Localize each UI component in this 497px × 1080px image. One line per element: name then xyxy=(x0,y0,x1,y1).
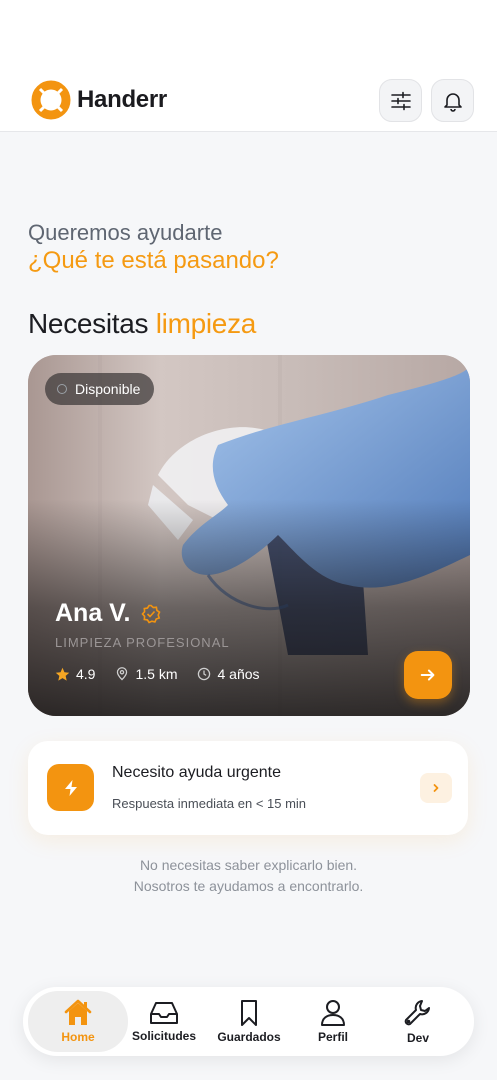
status-badge-label: Disponible xyxy=(75,381,141,397)
status-badge: Disponible xyxy=(45,373,155,405)
brand-name: Handerr xyxy=(77,86,167,113)
open-provider-button[interactable] xyxy=(404,651,452,699)
provider-name: Ana V. xyxy=(55,599,161,628)
provider-name-text: Ana V. xyxy=(55,599,131,627)
filter-button[interactable] xyxy=(379,79,422,122)
location-pin-icon xyxy=(117,667,128,681)
section-title: Necesitas limpieza xyxy=(28,308,256,340)
bottom-tab-bar: Home Solicitudes Guardados Perfil Dev xyxy=(23,987,474,1056)
tab-dev-label: Dev xyxy=(406,1031,429,1045)
clock-icon xyxy=(198,667,211,681)
distance-value: 1.5 km xyxy=(135,666,178,682)
tab-guardados-label: Guardados xyxy=(217,1030,281,1044)
user-icon xyxy=(321,1000,345,1026)
chevron-right-icon xyxy=(433,784,439,792)
tab-perfil-label: Perfil xyxy=(317,1030,348,1044)
greeting-line: Queremos ayudarte xyxy=(28,220,223,245)
provider-stats: 4.9 1.5 km 4 años xyxy=(55,666,280,682)
experience-value: 4 años xyxy=(217,666,260,682)
sliders-icon xyxy=(390,91,411,110)
urgent-icon-box xyxy=(47,764,94,811)
greeting-question: ¿Qué te está pasando? xyxy=(28,247,279,274)
experience-stat: 4 años xyxy=(197,666,260,682)
wrench-icon xyxy=(404,1000,430,1026)
rating-value: 4.9 xyxy=(76,666,96,682)
notifications-button[interactable] xyxy=(431,79,474,122)
distance-stat: 1.5 km xyxy=(115,666,177,682)
lightning-icon xyxy=(64,779,77,796)
home-icon xyxy=(64,999,92,1025)
tab-home[interactable]: Home xyxy=(28,991,128,1052)
urgent-help-chevron[interactable] xyxy=(420,773,452,803)
reassurance-line-2: Nosotros te ayudamos a encontrarlo. xyxy=(133,878,364,894)
rating-stat: 4.9 xyxy=(55,666,95,682)
provider-role: LIMPIEZA PROFESIONAL xyxy=(55,635,230,650)
bookmark-icon xyxy=(241,1000,257,1026)
tab-home-label: Home xyxy=(61,1030,95,1044)
tab-solicitudes-label: Solicitudes xyxy=(131,1029,196,1043)
urgent-help-title: Necesito ayuda urgente xyxy=(112,764,281,781)
reassurance-text: No necesitas saber explicarlo bien. Noso… xyxy=(0,855,497,897)
section-title-prefix: Necesitas xyxy=(28,308,149,339)
status-dot-icon xyxy=(57,384,67,394)
provider-card[interactable]: Disponible Ana V. LIMPIEZA PROFESIONAL 4… xyxy=(28,355,470,716)
lifebuoy-logo-icon xyxy=(31,80,71,120)
brand-logo[interactable]: Handerr xyxy=(31,80,167,120)
star-icon xyxy=(55,667,70,681)
section-title-highlight: limpieza xyxy=(155,308,257,339)
urgent-help-subtitle: Respuesta inmediata en < 15 min xyxy=(112,796,307,811)
inbox-icon xyxy=(150,1002,178,1024)
verified-badge-icon xyxy=(140,604,161,624)
tab-dev[interactable]: Dev xyxy=(368,991,468,1052)
bell-icon xyxy=(443,92,462,112)
app-header: Handerr xyxy=(0,0,497,132)
reassurance-line-1: No necesitas saber explicarlo bien. xyxy=(139,857,358,873)
urgent-help-card[interactable]: Necesito ayuda urgente Respuesta inmedia… xyxy=(28,741,468,835)
arrow-right-icon xyxy=(420,669,435,681)
